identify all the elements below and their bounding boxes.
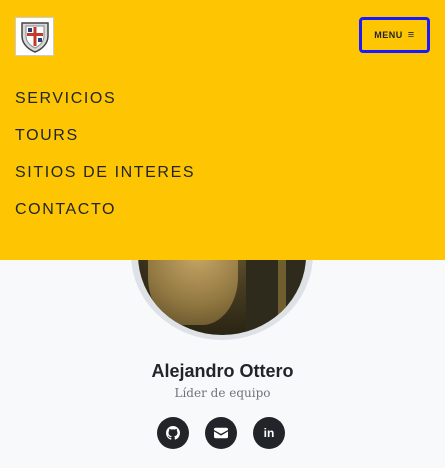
- menu-label: MENU: [374, 30, 403, 40]
- nav-link-sitios-de-interes[interactable]: SITIOS DE INTERES: [15, 162, 195, 199]
- github-link[interactable]: [157, 417, 189, 449]
- navbar: MENU ≡ SERVICIOS TOURS SITIOS DE INTERES…: [0, 0, 445, 260]
- github-icon: [166, 426, 180, 440]
- email-link[interactable]: [205, 417, 237, 449]
- menu-toggle-button[interactable]: MENU ≡: [359, 17, 430, 53]
- linkedin-icon: in: [263, 426, 275, 440]
- shield-crest-icon: [20, 21, 49, 53]
- bars-icon: ≡: [407, 28, 415, 41]
- member-name: Alejandro Ottero: [151, 361, 294, 381]
- linkedin-link[interactable]: in: [253, 417, 285, 449]
- brand-logo[interactable]: [15, 17, 54, 56]
- member-role: Líder de equipo: [174, 386, 271, 400]
- social-links: in: [157, 417, 285, 449]
- nav-menu: SERVICIOS TOURS SITIOS DE INTERES CONTAC…: [15, 88, 195, 236]
- nav-link-tours[interactable]: TOURS: [15, 125, 195, 162]
- nav-link-servicios[interactable]: SERVICIOS: [15, 88, 195, 125]
- envelope-icon: [214, 427, 228, 439]
- nav-link-contacto[interactable]: CONTACTO: [15, 199, 195, 236]
